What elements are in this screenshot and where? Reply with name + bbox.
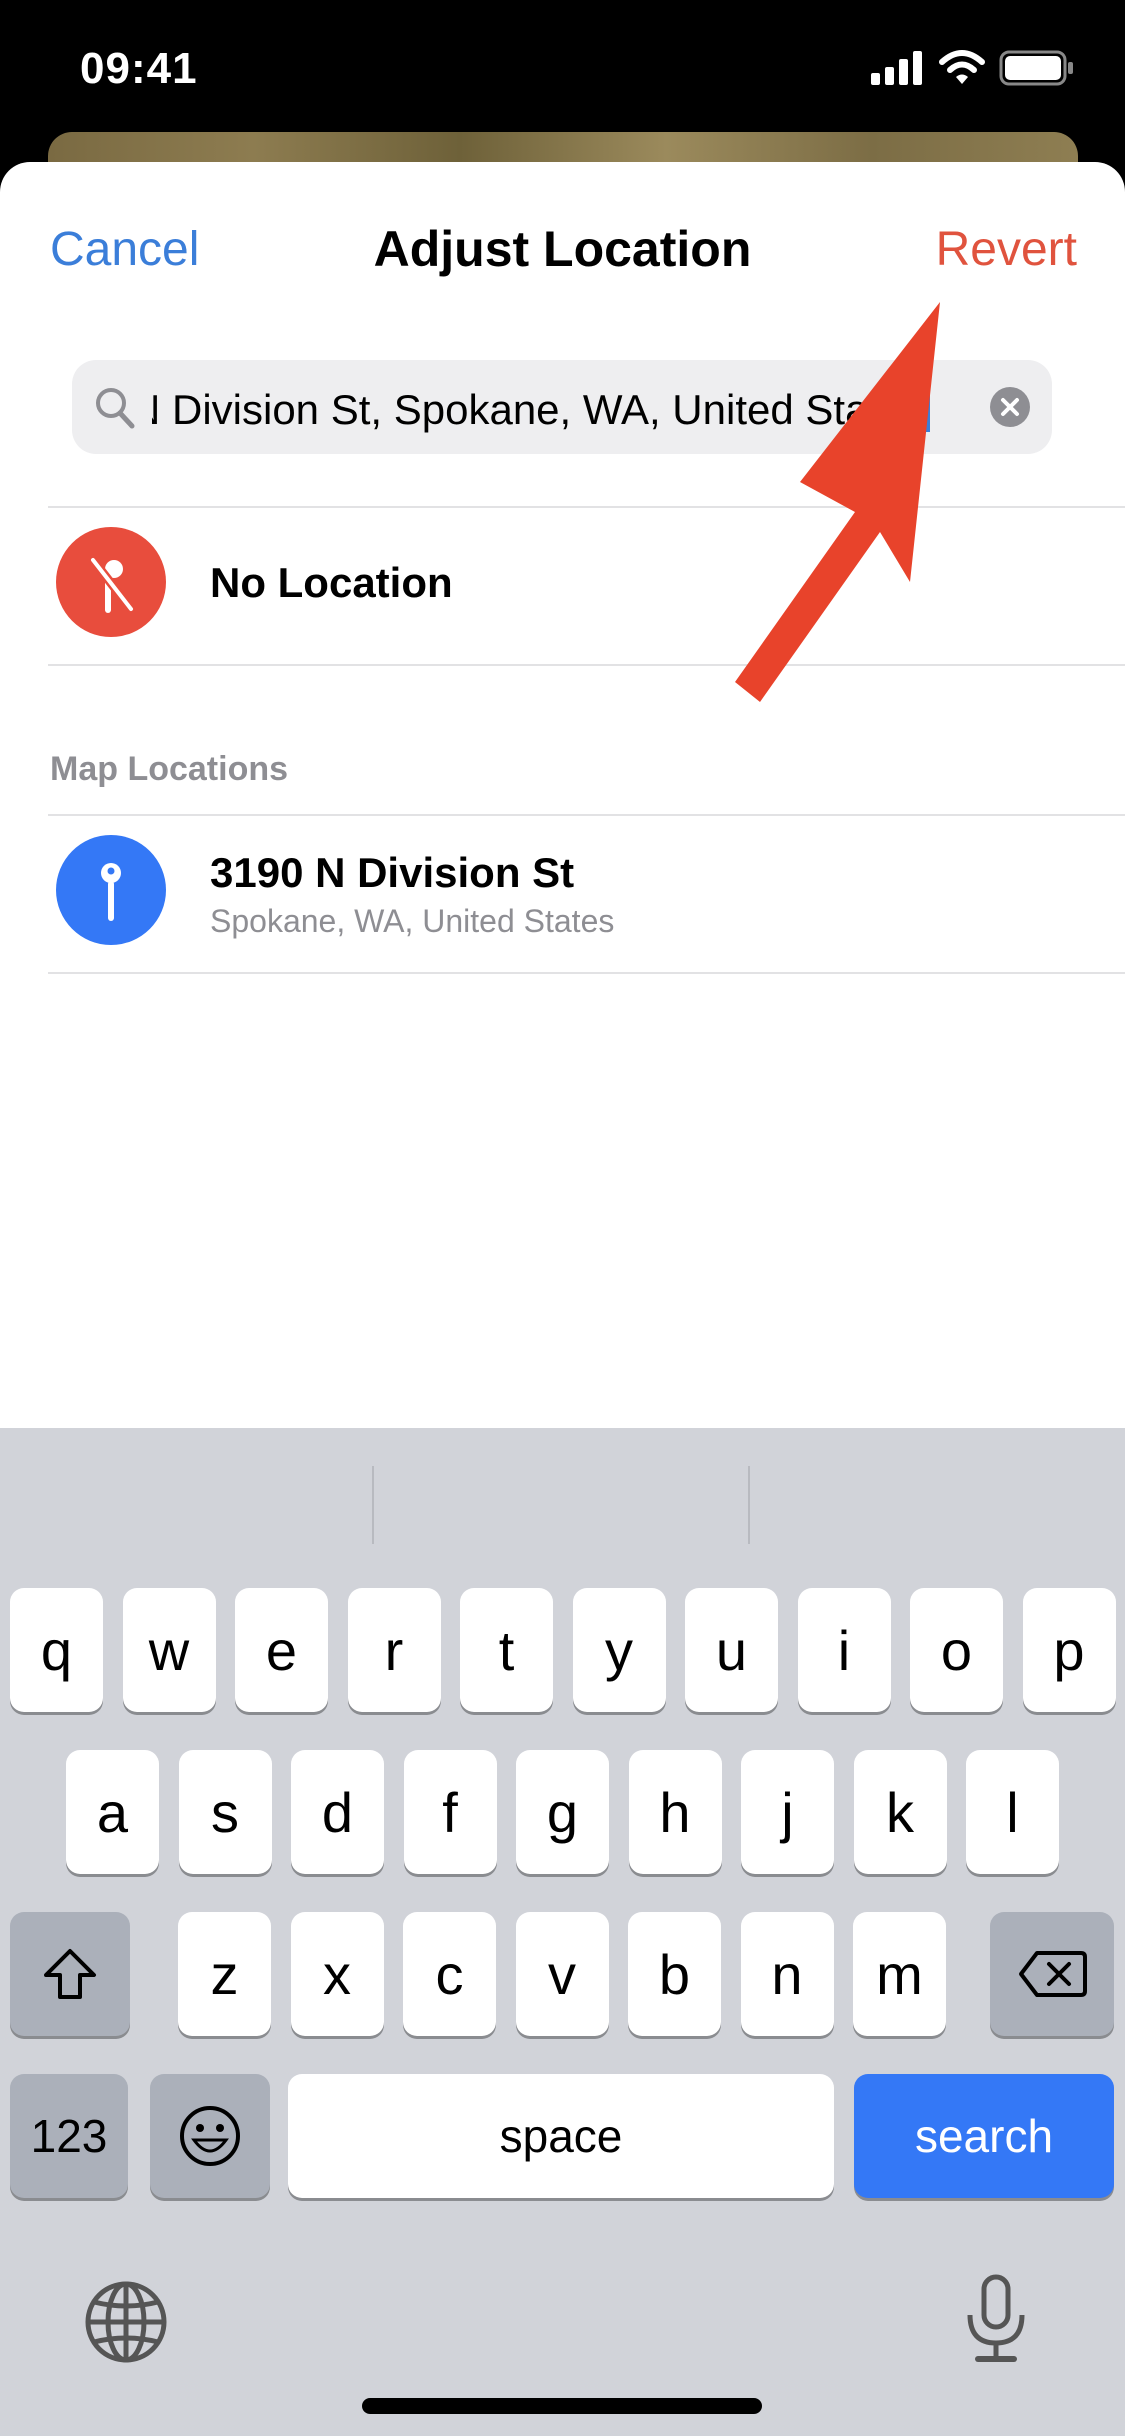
map-location-row[interactable]: 3190 N Division St Spokane, WA, United S…: [0, 815, 1125, 965]
divider: [48, 972, 1125, 974]
key-b[interactable]: b: [628, 1912, 721, 2036]
key-y[interactable]: y: [572, 1588, 666, 1712]
shift-icon: [44, 1949, 96, 1999]
map-pin-icon: [56, 835, 166, 945]
key-v[interactable]: v: [515, 1912, 609, 2036]
key-p[interactable]: p: [1022, 1588, 1116, 1712]
key-d[interactable]: d: [291, 1750, 384, 1874]
location-subtitle: Spokane, WA, United States: [210, 903, 615, 939]
globe-icon: [85, 2281, 167, 2363]
key-x[interactable]: x: [290, 1912, 384, 2036]
key-r[interactable]: r: [347, 1588, 441, 1712]
location-slash-icon: [56, 527, 166, 637]
numbers-key[interactable]: 123: [10, 2074, 128, 2198]
annotation-arrow: [735, 302, 940, 702]
emoji-icon: [180, 2106, 240, 2166]
key-m[interactable]: m: [853, 1912, 946, 2036]
key-f[interactable]: f: [403, 1750, 497, 1874]
key-i[interactable]: i: [797, 1588, 891, 1712]
microphone-icon: [967, 2274, 1025, 2362]
suggestion-separator: [748, 1466, 750, 1544]
clear-icon: [1001, 398, 1019, 416]
keyboard: qwertyuiop asdfghjkl zxcvbnm 123 space s…: [0, 1428, 1125, 2436]
backspace-icon: [1019, 1951, 1087, 1997]
status-bar: 09:41: [0, 0, 1125, 130]
no-location-label: No Location: [210, 559, 453, 606]
shift-key[interactable]: [10, 1912, 130, 2036]
suggestion-separator: [372, 1466, 374, 1544]
emoji-key[interactable]: [150, 2074, 270, 2198]
space-key[interactable]: space: [288, 2074, 834, 2198]
key-w[interactable]: w: [122, 1588, 216, 1712]
search-key[interactable]: search: [854, 2074, 1114, 2198]
key-t[interactable]: t: [460, 1588, 553, 1712]
key-c[interactable]: c: [403, 1912, 496, 2036]
key-h[interactable]: h: [628, 1750, 722, 1874]
key-g[interactable]: g: [516, 1750, 609, 1874]
revert-button[interactable]: Revert: [936, 222, 1077, 277]
key-z[interactable]: z: [178, 1912, 271, 2036]
status-icons: [871, 50, 1075, 86]
battery-icon: [999, 50, 1073, 86]
key-e[interactable]: e: [235, 1588, 328, 1712]
key-o[interactable]: o: [910, 1588, 1003, 1712]
key-s[interactable]: s: [178, 1750, 272, 1874]
key-u[interactable]: u: [685, 1588, 778, 1712]
globe-key[interactable]: [84, 2280, 168, 2369]
location-title: 3190 N Division St: [210, 849, 575, 896]
key-l[interactable]: l: [966, 1750, 1059, 1874]
home-indicator: [362, 2398, 762, 2414]
dictation-key[interactable]: [964, 2273, 1028, 2370]
key-j[interactable]: j: [741, 1750, 834, 1874]
section-header-map-locations: Map Locations: [50, 750, 289, 788]
clear-search-button[interactable]: [990, 387, 1030, 427]
key-n[interactable]: n: [740, 1912, 834, 2036]
delete-key[interactable]: [990, 1912, 1114, 2036]
wifi-icon: [939, 50, 985, 84]
cellular-signal-icon: [871, 51, 922, 85]
key-q[interactable]: q: [10, 1588, 103, 1712]
key-k[interactable]: k: [853, 1750, 947, 1874]
search-icon: [96, 388, 135, 429]
key-a[interactable]: a: [66, 1750, 159, 1874]
status-time: 09:41: [80, 44, 198, 93]
